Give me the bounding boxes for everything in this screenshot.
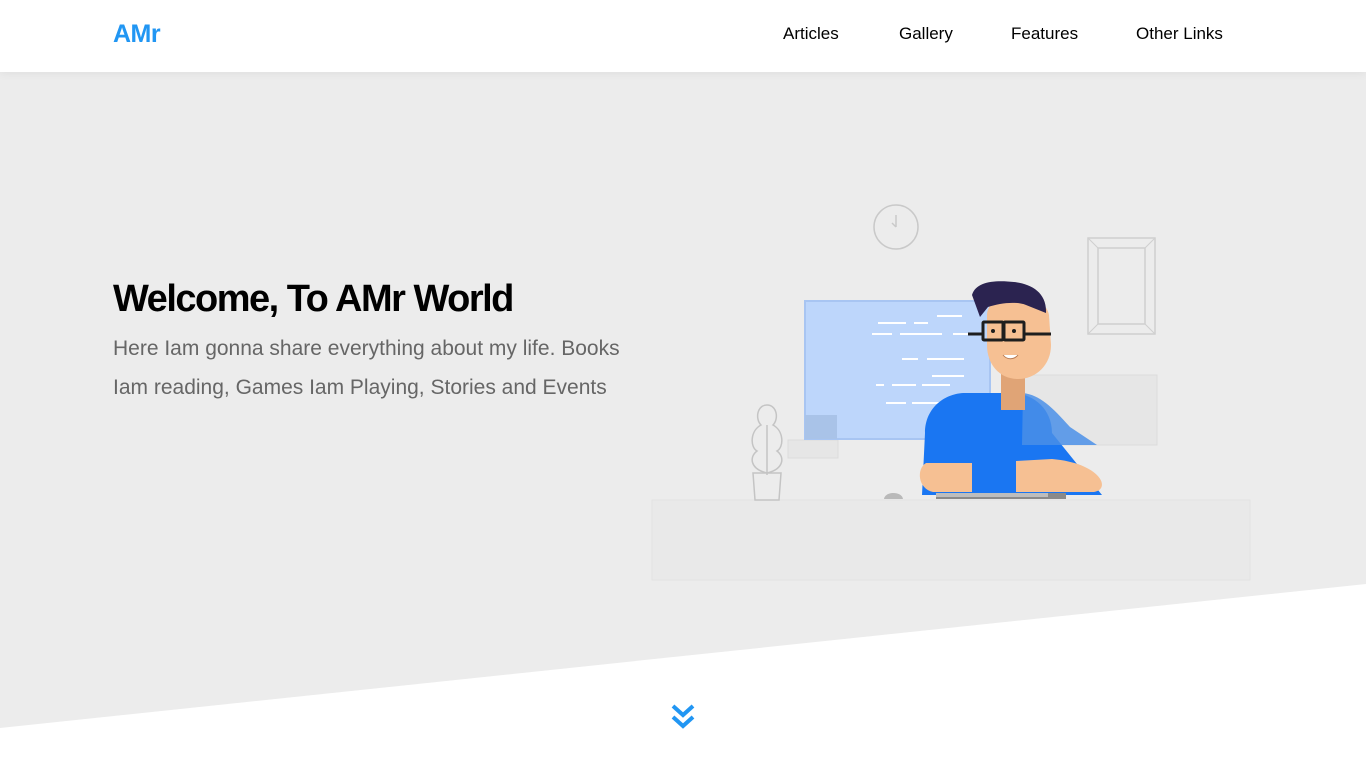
clock-icon xyxy=(873,204,919,250)
developer-illustration xyxy=(651,204,1251,581)
plant-icon xyxy=(751,404,783,501)
back-panel-left xyxy=(787,439,839,459)
nav-link-features[interactable]: Features xyxy=(1011,24,1078,44)
nav-link-articles[interactable]: Articles xyxy=(783,24,839,44)
site-header: AMr Articles Gallery Features Other Link… xyxy=(0,0,1366,72)
hero-title: Welcome, To AMr World xyxy=(113,278,514,320)
hero-description: Here Iam gonna share everything about my… xyxy=(113,337,620,399)
double-chevron-down-icon[interactable] xyxy=(670,702,696,732)
desk xyxy=(651,499,1251,581)
nav-link-other-links[interactable]: Other Links xyxy=(1136,24,1223,44)
main-nav: Articles Gallery Features Other Links xyxy=(0,0,1366,72)
nav-link-gallery[interactable]: Gallery xyxy=(899,24,953,44)
picture-frame xyxy=(1087,237,1156,335)
